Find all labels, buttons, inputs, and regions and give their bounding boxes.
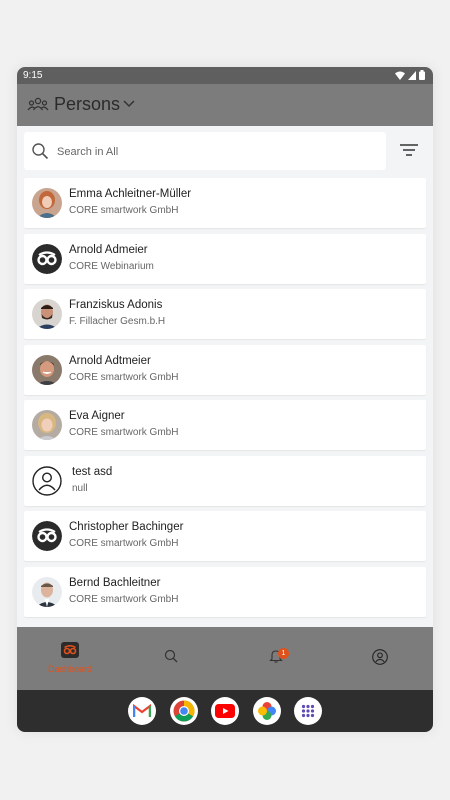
avatar [32,410,62,440]
youtube-icon[interactable] [211,697,239,725]
filter-icon[interactable] [399,143,419,157]
avatar [32,188,62,218]
person-company: null [72,482,88,494]
person-company: CORE smartwork GmbH [69,427,179,438]
core-logo-icon [32,243,62,274]
avatar [32,576,62,607]
person-name: Christopher Bachinger [69,521,184,533]
chevron-down-icon[interactable] [123,100,135,108]
person-company: CORE Webinarium [69,260,154,272]
person-name: Arnold Admeier [69,243,148,256]
avatar [32,243,62,274]
search-box[interactable] [24,132,386,170]
status-icons [395,70,425,80]
person-company: F. Fillacher Gesm.b.H [69,316,166,327]
person-company: CORE smartwork GmbH [69,593,179,605]
person-company: CORE smartwork GmbH [69,538,179,549]
list-item[interactable]: Eva Aigner CORE smartwork GmbH [24,400,426,450]
avatar [32,354,62,385]
list-item[interactable]: Arnold Adtmeier CORE smartwork GmbH [24,344,426,395]
dashboard-logo-icon [61,642,79,658]
person-name: Emma Achleitner-Müller [69,188,192,200]
person-name: Arnold Adtmeier [69,354,151,367]
page-title[interactable]: Persons [54,94,120,115]
list-item[interactable]: Bernd Bachleitner CORE smartwork GmbH [24,566,426,617]
app-drawer-icon[interactable] [294,697,322,725]
list-item[interactable]: Christopher Bachinger CORE smartwork Gmb… [24,511,426,561]
person-company: CORE smartwork GmbH [69,205,179,216]
person-name: Bernd Bachleitner [69,576,161,589]
battery-icon [419,70,425,80]
nav-profile-icon[interactable] [372,649,388,665]
list-item[interactable]: Emma Achleitner-Müller CORE smartwork Gm… [24,178,426,228]
person-company: CORE smartwork GmbH [69,371,179,383]
notification-badge: 1 [278,648,289,659]
core-logo-icon [32,521,62,551]
persons-group-icon [27,97,49,111]
default-person-icon [32,465,62,496]
app-bar: Persons [17,84,433,126]
wifi-icon [395,71,405,80]
device-screen: 9:15 Persons Search in All Emma Achleitn… [17,67,433,732]
list-item[interactable]: Franziskus Adonis F. Fillacher Gesm.b.H [24,289,426,339]
status-time: 9:15 [23,70,43,81]
avatar [32,521,62,551]
person-name: test asd [72,465,113,478]
android-dock [17,690,433,732]
signal-icon [408,70,416,80]
gmail-icon[interactable] [128,697,156,725]
person-name: Eva Aigner [69,410,125,422]
search-icon [32,143,49,160]
bottom-navigation: Dashboard 1 [17,627,433,690]
nav-search-icon[interactable] [164,649,178,663]
list-item[interactable]: test asd null [24,455,426,506]
avatar [32,465,62,496]
avatar [32,299,62,329]
search-input[interactable] [55,141,379,163]
nav-notifications[interactable]: 1 [269,648,289,665]
status-bar: 9:15 [17,67,433,84]
list-item[interactable]: Arnold Admeier CORE Webinarium [24,233,426,284]
chrome-icon[interactable] [170,697,198,725]
search-row [17,126,433,178]
nav-dashboard-label: Dashboard [47,664,93,674]
photos-icon[interactable] [253,697,281,725]
nav-dashboard[interactable]: Dashboard [45,642,95,674]
person-name: Franziskus Adonis [69,299,163,311]
